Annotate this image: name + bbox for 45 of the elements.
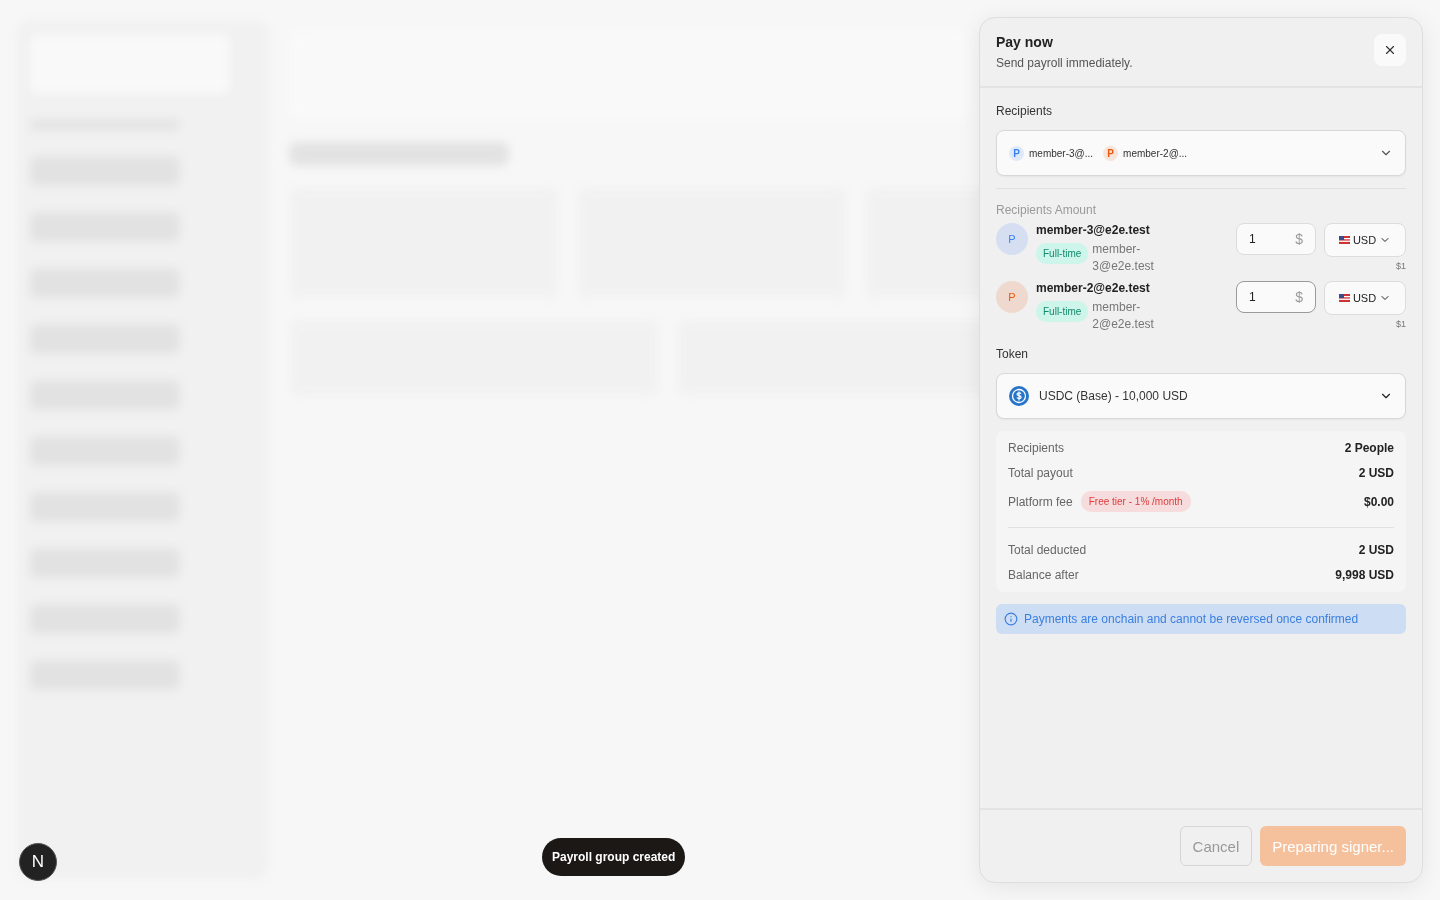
summary-value: 2 USD <box>1358 543 1394 557</box>
amount-input[interactable]: 1 $ <box>1236 223 1316 255</box>
currency-select[interactable]: USD <box>1324 223 1406 257</box>
close-icon <box>1383 43 1397 57</box>
amount-input[interactable]: 1 $ <box>1236 281 1316 313</box>
notice-text: Payments are onchain and cannot be reversed once confirmed <box>1024 612 1359 626</box>
summary-label: Recipients <box>1008 441 1065 455</box>
flag-icon <box>1338 236 1350 244</box>
drawer-subtitle: Send payroll immediately. <box>996 56 1133 70</box>
converted-amount: $1 <box>1396 261 1406 271</box>
recipient-chip-label: member-2@... <box>1123 147 1188 159</box>
recipients-label: Recipients <box>996 104 1054 118</box>
summary-label: Total deducted <box>1008 543 1087 557</box>
recipient-secondary-email: member-2@e2e.test <box>1092 299 1155 333</box>
recipient-chip-label: member-3@... <box>1029 147 1094 159</box>
recipients-amount-label: Recipients Amount <box>996 203 1098 217</box>
fee-tier-badge: Free tier - 1% /month <box>1080 491 1191 512</box>
summary-label: Platform fee <box>1008 494 1073 509</box>
drawer-title: Pay now <box>996 34 1054 50</box>
toast: Payroll group created <box>542 838 686 876</box>
recipients-select[interactable]: P member-3@... P member-2@... <box>996 130 1406 176</box>
summary-value: 2 People <box>1344 441 1394 455</box>
flag-icon <box>1338 294 1350 302</box>
employment-tag: Full-time <box>1036 301 1089 322</box>
recipient-avatar: P <box>1009 145 1024 161</box>
summary-label: Total payout <box>1008 466 1073 480</box>
recipient-secondary-email: member-3@e2e.test <box>1092 241 1155 275</box>
recipient-avatar: P <box>996 281 1028 313</box>
token-label: Token <box>996 347 1030 361</box>
summary-value: $0.00 <box>1363 494 1394 509</box>
summary-value: 2 USD <box>1358 466 1394 480</box>
recipient-avatar: P <box>996 223 1028 255</box>
summary-value: 9,998 USD <box>1335 568 1394 582</box>
coin-icon <box>1009 386 1029 406</box>
recipient-avatar: P <box>1103 145 1119 161</box>
currency-select[interactable]: USD <box>1324 281 1406 315</box>
converted-amount: $1 <box>1396 319 1406 329</box>
summary-label: Balance after <box>1008 568 1079 582</box>
employment-tag: Full-time <box>1036 243 1089 264</box>
recipient-email: member-2@e2e.test <box>1036 281 1151 295</box>
close-button[interactable] <box>1374 34 1406 66</box>
info-icon <box>1004 612 1018 626</box>
token-select[interactable]: USDC (Base) - 10,000 USD <box>996 373 1406 419</box>
recipient-email: member-3@e2e.test <box>1036 223 1151 237</box>
token-value: USDC (Base) - 10,000 USD <box>1039 389 1189 403</box>
